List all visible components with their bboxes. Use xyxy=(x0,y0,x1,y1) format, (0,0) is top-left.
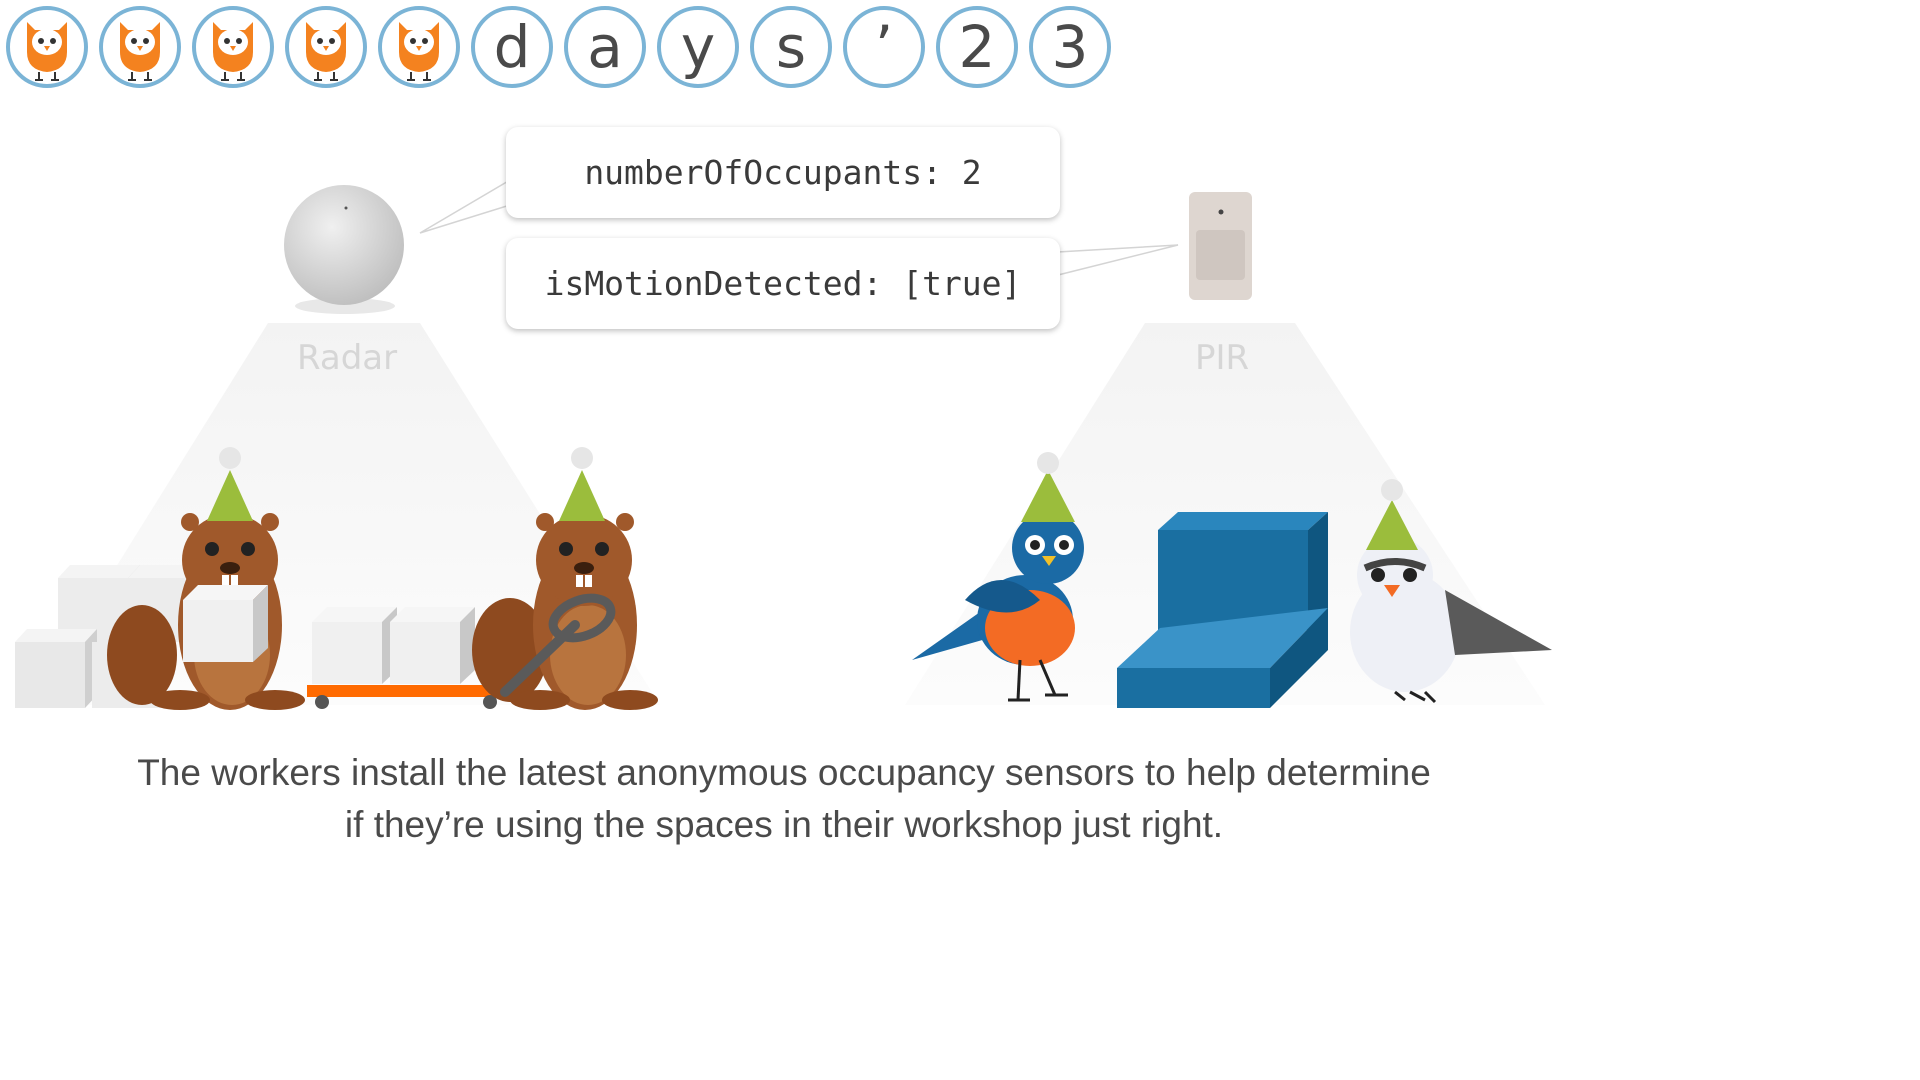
pir-reading-text: isMotionDetected: [true] xyxy=(544,264,1022,303)
radar-callout-pointer xyxy=(419,178,511,234)
radar-label: Radar xyxy=(297,338,398,378)
pir-label: PIR xyxy=(1195,338,1250,378)
radar-reading-text: numberOfOccupants: 2 xyxy=(584,153,982,192)
radar-reading-callout: numberOfOccupants: 2 xyxy=(506,127,1060,218)
pir-reading-callout: isMotionDetected: [true] xyxy=(506,238,1060,329)
pir-callout-pointer xyxy=(1057,244,1179,276)
radar-sensor-icon xyxy=(284,185,404,314)
pir-sensor-icon xyxy=(1189,192,1252,300)
